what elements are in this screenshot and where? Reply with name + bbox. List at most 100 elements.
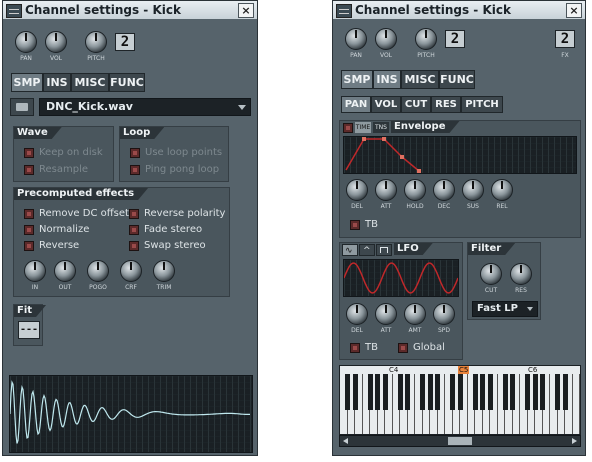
black-key[interactable] — [502, 374, 508, 410]
black-key[interactable] — [480, 374, 485, 410]
normalize-checkbox[interactable] — [24, 225, 34, 235]
white-key[interactable] — [572, 374, 580, 434]
lfo-global-checkbox[interactable] — [398, 343, 408, 353]
black-key[interactable] — [435, 374, 440, 410]
black-key[interactable] — [540, 374, 545, 410]
use-loop-points-checkbox[interactable] — [130, 148, 140, 158]
fx-lcd[interactable]: 2 — [555, 30, 575, 48]
tab-ins[interactable]: INS — [43, 73, 71, 92]
window-menu-icon[interactable] — [336, 4, 352, 18]
remove-dc-offset-checkbox[interactable] — [24, 209, 34, 219]
subtab-vol[interactable]: VOL — [371, 96, 401, 113]
time-mode-button[interactable]: TIME — [355, 122, 371, 133]
lfo-triangle-button[interactable]: ^ — [359, 244, 375, 256]
pitch-knob[interactable] — [415, 28, 437, 50]
black-key[interactable] — [510, 374, 515, 410]
fit-value-display[interactable]: --- — [18, 321, 40, 339]
subtab-pan[interactable]: PAN — [341, 96, 371, 113]
resample-checkbox[interactable] — [24, 165, 34, 175]
waveform-display[interactable] — [9, 375, 253, 453]
swap-stereo-checkbox[interactable] — [129, 241, 139, 251]
envelope-point[interactable] — [400, 155, 404, 159]
envelope-point[interactable] — [382, 137, 386, 141]
black-key[interactable] — [420, 374, 425, 410]
scroll-right-icon[interactable] — [572, 438, 577, 444]
black-key[interactable] — [487, 374, 493, 410]
black-key[interactable] — [397, 374, 403, 410]
scroll-thumb[interactable] — [448, 437, 472, 445]
black-key[interactable] — [555, 374, 560, 410]
horizontal-scrollbar[interactable] — [339, 435, 581, 447]
window-menu-icon[interactable] — [6, 4, 22, 18]
channel-lcd[interactable]: 2 — [115, 33, 135, 51]
scroll-left-icon[interactable] — [343, 438, 348, 444]
lfo-speed-knob[interactable] — [433, 303, 455, 325]
pan-knob[interactable] — [15, 31, 37, 53]
envelope-sustain-knob[interactable] — [462, 179, 484, 201]
fade-stereo-checkbox[interactable] — [129, 225, 139, 235]
volume-knob[interactable] — [375, 28, 397, 50]
lfo-tb-checkbox[interactable] — [350, 343, 360, 353]
black-key[interactable] — [352, 374, 358, 410]
envelope-release-knob[interactable] — [491, 179, 513, 201]
lfo-sine-button[interactable]: ∿ — [342, 244, 358, 256]
subtab-res[interactable]: RES — [431, 96, 461, 113]
reverse-polarity-checkbox[interactable] — [129, 209, 139, 219]
envelope-point[interactable] — [362, 137, 366, 141]
black-key[interactable] — [457, 374, 463, 410]
tab-func[interactable]: FUNC — [109, 73, 145, 92]
black-key[interactable] — [532, 374, 538, 410]
black-key[interactable] — [382, 374, 388, 410]
filter-cutoff-knob[interactable] — [480, 263, 502, 285]
envelope-decay-knob[interactable] — [433, 179, 455, 201]
black-key[interactable] — [375, 374, 380, 410]
black-key[interactable] — [405, 374, 410, 410]
envelope-tb-checkbox[interactable] — [350, 220, 360, 230]
envelope-point[interactable] — [417, 169, 421, 173]
pan-knob[interactable] — [345, 28, 367, 50]
tab-ins[interactable]: INS — [373, 70, 401, 89]
keyboard[interactable]: C4 C5 C6 — [339, 365, 581, 435]
tab-misc[interactable]: MISC — [71, 73, 109, 92]
black-key[interactable] — [427, 374, 433, 410]
in-knob[interactable] — [24, 260, 46, 282]
lfo-square-button[interactable] — [376, 244, 392, 256]
envelope-attack-knob[interactable] — [375, 179, 397, 201]
filter-resonance-knob[interactable] — [510, 263, 532, 285]
title-bar[interactable]: Channel settings - Kick × — [3, 1, 257, 19]
filter-type-select[interactable]: Fast LP — [472, 301, 538, 317]
envelope-hold-knob[interactable] — [404, 179, 426, 201]
trim-knob[interactable] — [153, 260, 175, 282]
keep-on-disk-checkbox[interactable] — [24, 148, 34, 158]
envelope-delay-knob[interactable] — [346, 179, 368, 201]
volume-knob[interactable] — [45, 31, 67, 53]
pitch-knob[interactable] — [85, 31, 107, 53]
close-button[interactable]: × — [238, 3, 254, 18]
black-key[interactable] — [367, 374, 373, 410]
tab-misc[interactable]: MISC — [401, 70, 439, 89]
out-knob[interactable] — [54, 260, 76, 282]
reverse-checkbox[interactable] — [24, 241, 34, 251]
envelope-enable-checkbox[interactable] — [343, 123, 353, 133]
title-bar[interactable]: Channel settings - Kick × — [333, 1, 585, 19]
subtab-pitch[interactable]: PITCH — [461, 96, 503, 113]
tab-func[interactable]: FUNC — [439, 70, 475, 89]
tab-smp[interactable]: SMP — [341, 70, 373, 89]
black-key[interactable] — [525, 374, 530, 410]
black-key[interactable] — [472, 374, 478, 410]
lfo-amount-knob[interactable] — [404, 303, 426, 325]
ping-pong-loop-checkbox[interactable] — [130, 165, 140, 175]
channel-lcd[interactable]: 2 — [445, 30, 465, 48]
black-key[interactable] — [562, 374, 568, 410]
lfo-delay-knob[interactable] — [346, 303, 368, 325]
close-button[interactable]: × — [566, 3, 582, 18]
tns-mode-button[interactable]: TNS — [373, 122, 389, 133]
browse-folder-button[interactable] — [10, 98, 34, 116]
envelope-graph[interactable] — [343, 136, 577, 174]
crf-knob[interactable] — [120, 260, 142, 282]
pogo-knob[interactable] — [87, 260, 109, 282]
subtab-cut[interactable]: CUT — [401, 96, 431, 113]
sample-file-select[interactable]: DNC_Kick.wav — [39, 98, 251, 116]
lfo-attack-knob[interactable] — [375, 303, 397, 325]
black-key[interactable] — [450, 374, 455, 410]
